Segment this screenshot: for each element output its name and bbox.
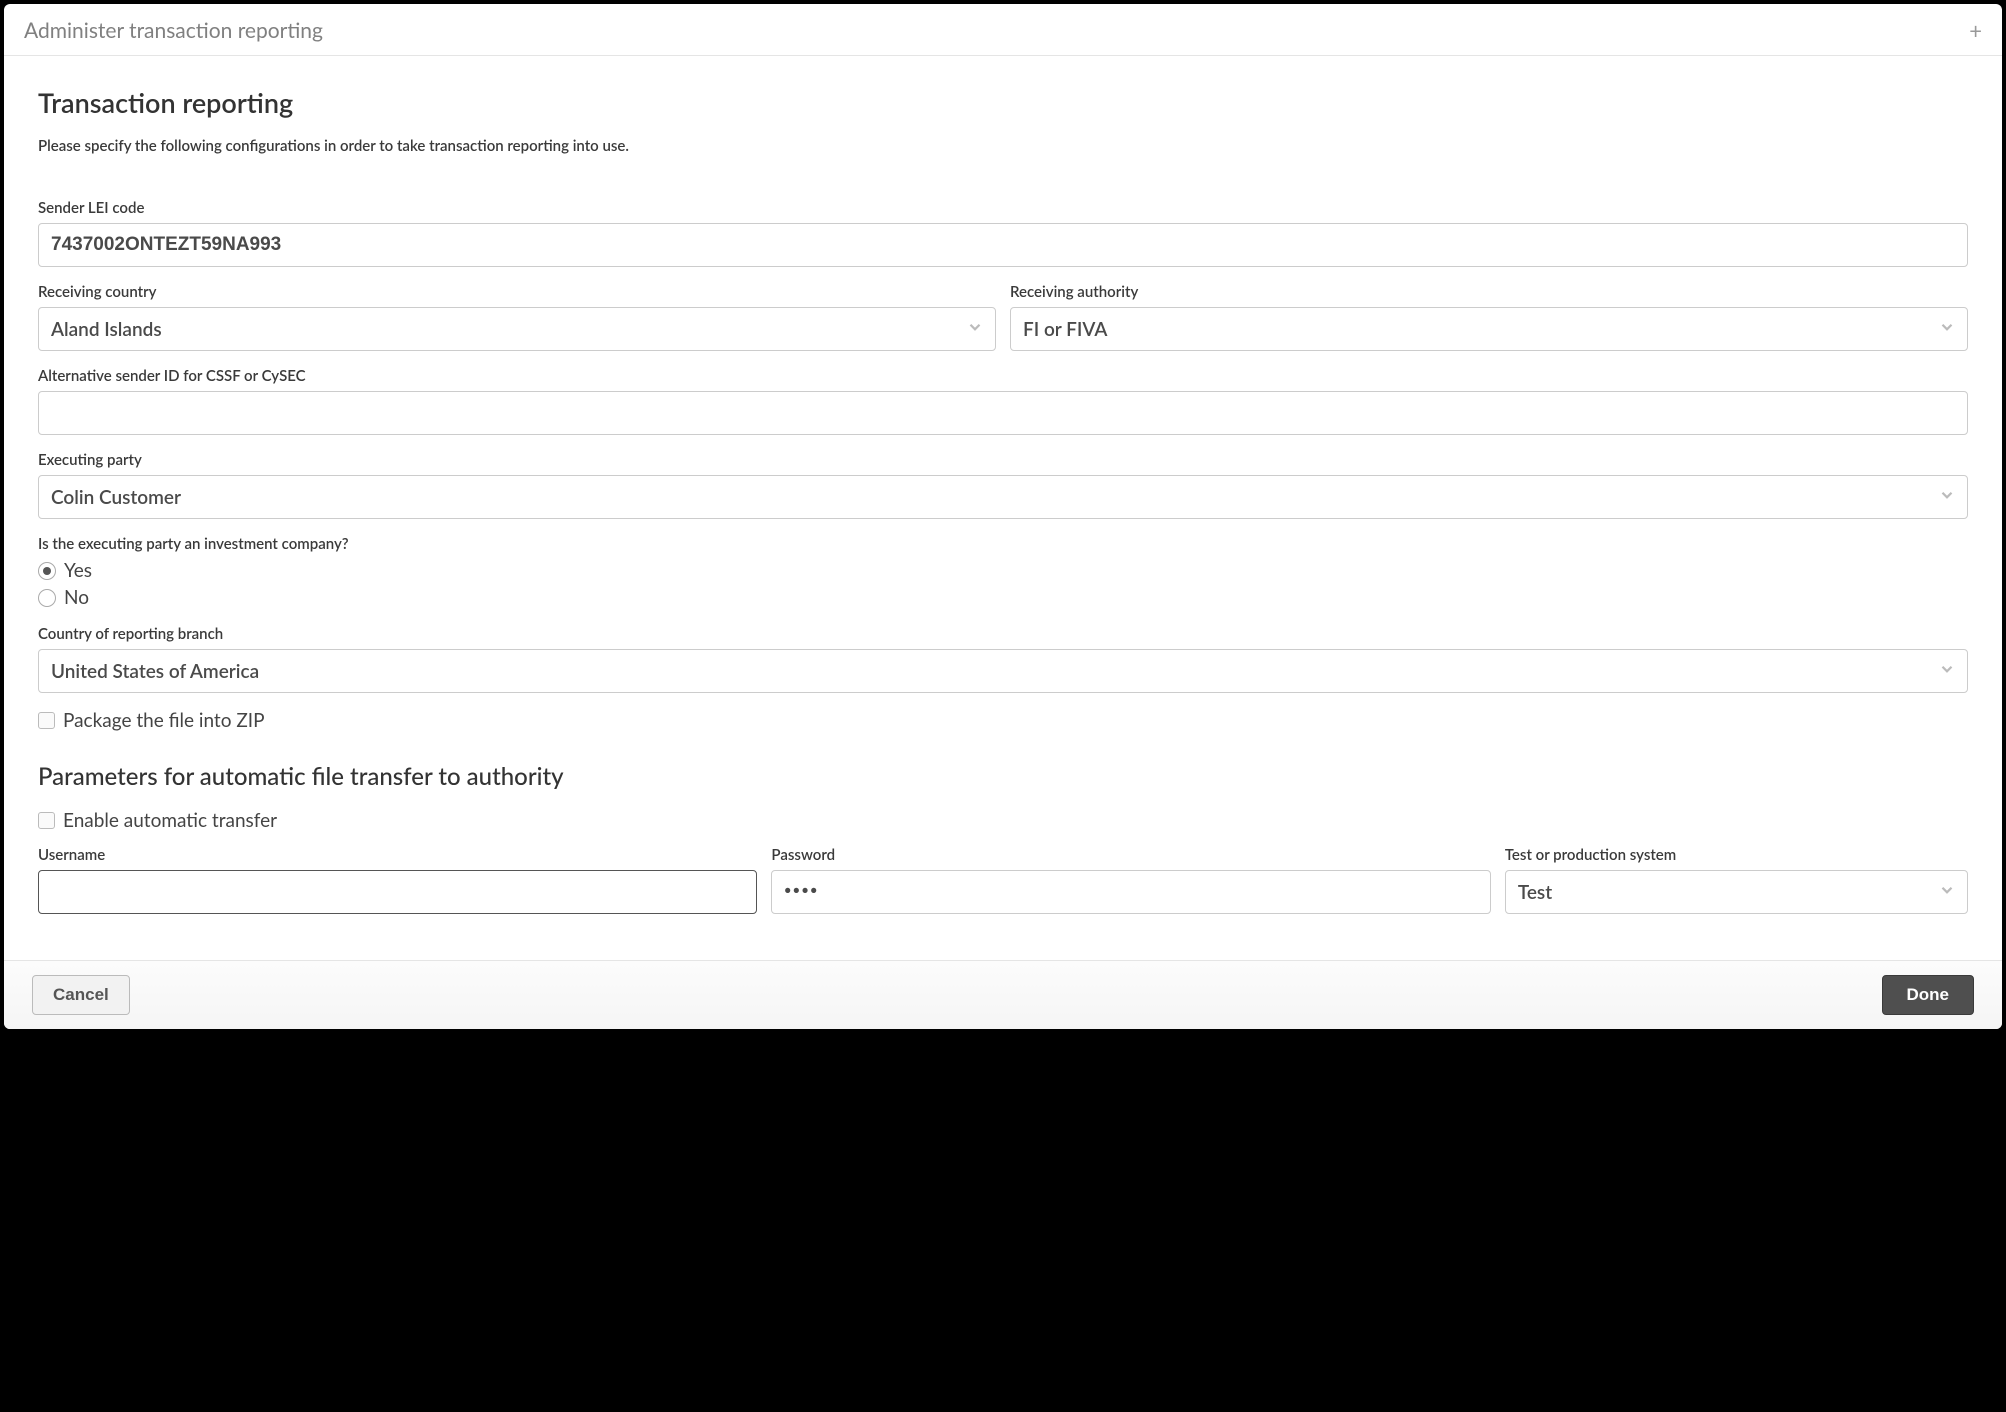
row-transfer-params: Username Password Test or production sys…	[38, 846, 1968, 914]
reporting-branch-value: United States of America	[51, 660, 259, 683]
dialog-window: Administer transaction reporting + Trans…	[4, 4, 2002, 1029]
radio-no-label: No	[64, 586, 89, 609]
radio-yes[interactable]: Yes	[38, 559, 1968, 582]
content-area: Transaction reporting Please specify the…	[4, 56, 2002, 960]
investment-company-label: Is the executing party an investment com…	[38, 535, 1968, 553]
password-label: Password	[771, 846, 1490, 864]
system-label: Test or production system	[1505, 846, 1968, 864]
system-value: Test	[1518, 881, 1552, 904]
transfer-heading: Parameters for automatic file transfer t…	[38, 762, 1968, 791]
field-sender-lei: Sender LEI code	[38, 199, 1968, 267]
done-button[interactable]: Done	[1882, 975, 1975, 1015]
sender-lei-label: Sender LEI code	[38, 199, 1968, 217]
receiving-authority-value: FI or FIVA	[1023, 318, 1107, 341]
enable-transfer-label: Enable automatic transfer	[63, 809, 277, 832]
page-title: Transaction reporting	[38, 86, 1968, 119]
package-zip-label: Package the file into ZIP	[63, 709, 265, 732]
checkbox-icon	[38, 812, 55, 829]
receiving-authority-label: Receiving authority	[1010, 283, 1968, 301]
radio-yes-label: Yes	[64, 559, 92, 582]
field-investment-company: Is the executing party an investment com…	[38, 535, 1968, 609]
username-label: Username	[38, 846, 757, 864]
radio-icon-unchecked	[38, 589, 56, 607]
checkbox-enable-transfer[interactable]: Enable automatic transfer	[38, 809, 1968, 832]
field-alt-sender-id: Alternative sender ID for CSSF or CySEC	[38, 367, 1968, 435]
receiving-country-label: Receiving country	[38, 283, 996, 301]
reporting-branch-select[interactable]: United States of America	[38, 649, 1968, 693]
plus-icon[interactable]: +	[1969, 20, 1982, 42]
alt-sender-id-label: Alternative sender ID for CSSF or CySEC	[38, 367, 1968, 385]
executing-party-value: Colin Customer	[51, 486, 181, 509]
field-executing-party: Executing party Colin Customer	[38, 451, 1968, 519]
password-input[interactable]	[771, 870, 1490, 914]
executing-party-select[interactable]: Colin Customer	[38, 475, 1968, 519]
executing-party-label: Executing party	[38, 451, 1968, 469]
row-receiving: Receiving country Aland Islands Receivin…	[38, 283, 1968, 351]
radio-icon-checked	[38, 562, 56, 580]
sender-lei-input[interactable]	[38, 223, 1968, 267]
checkbox-icon	[38, 712, 55, 729]
titlebar: Administer transaction reporting +	[4, 4, 2002, 56]
alt-sender-id-input[interactable]	[38, 391, 1968, 435]
field-reporting-branch: Country of reporting branch United State…	[38, 625, 1968, 693]
username-input[interactable]	[38, 870, 757, 914]
window-title: Administer transaction reporting	[24, 18, 323, 43]
receiving-authority-select[interactable]: FI or FIVA	[1010, 307, 1968, 351]
checkbox-package-zip[interactable]: Package the file into ZIP	[38, 709, 1968, 732]
system-select[interactable]: Test	[1505, 870, 1968, 914]
receiving-country-select[interactable]: Aland Islands	[38, 307, 996, 351]
page-instruction: Please specify the following configurati…	[38, 137, 1968, 155]
footer: Cancel Done	[4, 960, 2002, 1029]
reporting-branch-label: Country of reporting branch	[38, 625, 1968, 643]
cancel-button[interactable]: Cancel	[32, 975, 130, 1015]
radio-no[interactable]: No	[38, 586, 1968, 609]
receiving-country-value: Aland Islands	[51, 318, 162, 341]
